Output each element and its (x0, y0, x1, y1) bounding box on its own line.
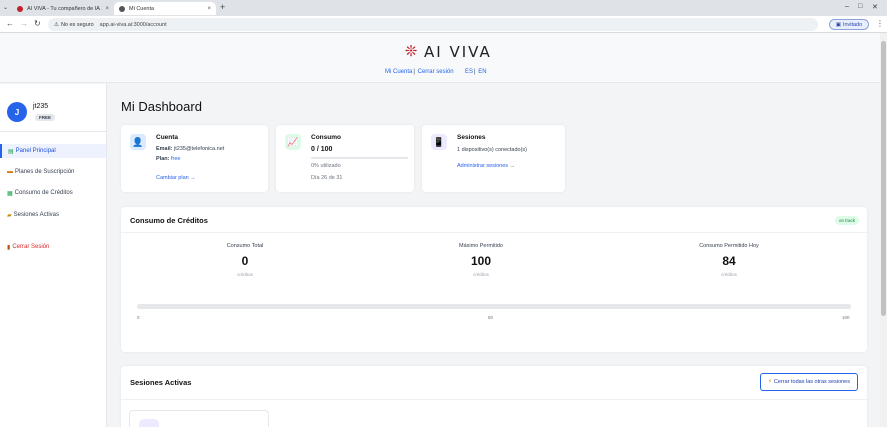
globe-favicon-icon (119, 5, 125, 12)
sidebar-item-consumo[interactable]: ▦ Consumo de Créditos (0, 186, 106, 200)
scroll-thumb[interactable] (881, 41, 886, 316)
stat-today: Consumo Permitido Hoy 84 créditos (699, 243, 759, 277)
phone-icon: 📱 (431, 134, 447, 150)
avatar: J (7, 102, 27, 122)
device-icon (139, 419, 159, 427)
manage-sessions-link[interactable]: Administrar sesiones → (457, 163, 515, 169)
account-card: 👤 Cuenta Email: jt235@telefonica.net Pla… (121, 125, 268, 192)
sidebar-item-sesiones[interactable]: ▰ Sesiones Activas (0, 208, 106, 222)
close-tab-icon[interactable]: × (207, 6, 211, 12)
usage-progress-bar (311, 157, 408, 159)
back-icon[interactable]: ← (6, 19, 14, 28)
status-badge: on track (834, 216, 859, 225)
warning-icon: ⚠ (54, 21, 59, 28)
account-plan: Plan: free (156, 156, 181, 162)
session-card (129, 410, 269, 427)
lang-es[interactable]: ES (465, 69, 473, 75)
credits-header: Consumo de Créditos on track (121, 207, 867, 233)
usage-percent: 0% utilizado (311, 163, 341, 169)
card-icon: ▬ (7, 169, 13, 175)
usage-value: 0 / 100 (311, 146, 333, 153)
logo-icon: ❊ (404, 43, 418, 60)
link-mi-cuenta[interactable]: Mi Cuenta (385, 69, 412, 75)
browser-tab-bar: ⌄ AI VIVA - Tu compañero de IA ... × Mi … (0, 0, 887, 16)
usage-day: Día 26 de 31 (311, 175, 343, 181)
close-tab-icon[interactable]: × (105, 6, 109, 12)
usage-card: 📈 Consumo 0 / 100 0% utilizado Día 26 de… (276, 125, 414, 192)
link-cerrar-sesion[interactable]: Cerrar sesión (418, 69, 454, 75)
sessions-count: 1 dispositivo(s) conectado(s) (457, 147, 528, 153)
sidebar: J jt235 FREE ▤ Panel Principal ▬ Planes … (0, 84, 107, 427)
user-icon: 👤 (130, 134, 146, 150)
person-icon: ▣ (835, 21, 841, 28)
sidebar-item-logout[interactable]: ▮ Cerrar Sesión (0, 240, 106, 254)
scale-max: 100 (842, 315, 850, 320)
plan-badge: FREE (35, 114, 56, 121)
user-name: jt235 (33, 103, 49, 110)
profile-button[interactable]: ▣ Invitado (829, 19, 869, 30)
browser-tab-aiviva[interactable]: AI VIVA - Tu compañero de IA ... × (12, 2, 114, 15)
sessions-card: 📱 Sesiones 1 dispositivo(s) conectado(s)… (422, 125, 565, 192)
maximize-icon[interactable]: □ (858, 3, 862, 10)
door-icon: ▮ (7, 244, 11, 251)
active-sessions-section: Sesiones Activas ⚡ Cerrar todas las otra… (121, 366, 867, 427)
scale-min: 0 (137, 315, 140, 320)
brand-logo[interactable]: ❊ AI VIVA (402, 43, 492, 61)
sidebar-item-panel-principal[interactable]: ▤ Panel Principal (0, 144, 106, 158)
browser-tab-mi-cuenta[interactable]: Mi Cuenta × (114, 2, 216, 15)
aiviva-favicon-icon (17, 5, 23, 12)
page-title: Mi Dashboard (121, 99, 202, 114)
sidebar-item-planes[interactable]: ▬ Planes de Suscripción (0, 165, 106, 179)
lang-en[interactable]: EN (478, 69, 486, 75)
minimize-icon[interactable]: – (845, 3, 849, 10)
site-header: ❊ AI VIVA Mi Cuenta| Cerrar sesión ES| E… (0, 33, 880, 83)
divider (0, 131, 106, 132)
url-text: app.ai-viva.ai:3000/account (99, 21, 167, 28)
forward-icon[interactable]: → (20, 19, 28, 28)
url-field[interactable]: ⚠ No es seguro app.ai-viva.ai:3000/accou… (48, 18, 818, 31)
header-links: Mi Cuenta| Cerrar sesión ES| EN (385, 69, 487, 75)
lightning-icon: ⚡ (768, 379, 772, 385)
reload-icon[interactable]: ↻ (34, 19, 41, 28)
stat-max: Máximo Permitido 100 créditos (458, 243, 503, 277)
close-other-sessions-button[interactable]: ⚡ Cerrar todas las otras sesiones (760, 373, 858, 391)
tab-search-icon[interactable]: ⌄ (3, 4, 8, 11)
credits-section: Consumo de Créditos on track Consumo Tot… (121, 207, 867, 352)
change-plan-link[interactable]: Cambiar plan → (156, 175, 196, 181)
chart-icon: 📈 (285, 134, 301, 150)
address-bar: ← → ↻ ⚠ No es seguro app.ai-viva.ai:3000… (0, 16, 887, 33)
scale-mid: 50 (488, 315, 494, 320)
new-tab-icon[interactable]: + (220, 2, 225, 12)
credits-progress-bar (137, 304, 851, 309)
page-scrollbar[interactable] (880, 33, 887, 427)
security-label: No es seguro (60, 21, 94, 28)
chart-icon: ▦ (7, 190, 13, 197)
dashboard-icon: ▤ (8, 148, 14, 155)
close-window-icon[interactable]: ✕ (872, 3, 878, 11)
menu-icon[interactable]: ⋮ (876, 19, 884, 28)
lock-icon: ▰ (7, 212, 12, 219)
active-sessions-header: Sesiones Activas ⚡ Cerrar todas las otra… (121, 366, 867, 400)
account-email: Email: jt235@telefonica.net (156, 146, 225, 152)
stat-total: Consumo Total 0 créditos (226, 243, 264, 277)
brand-name: AI VIVA (424, 43, 492, 61)
